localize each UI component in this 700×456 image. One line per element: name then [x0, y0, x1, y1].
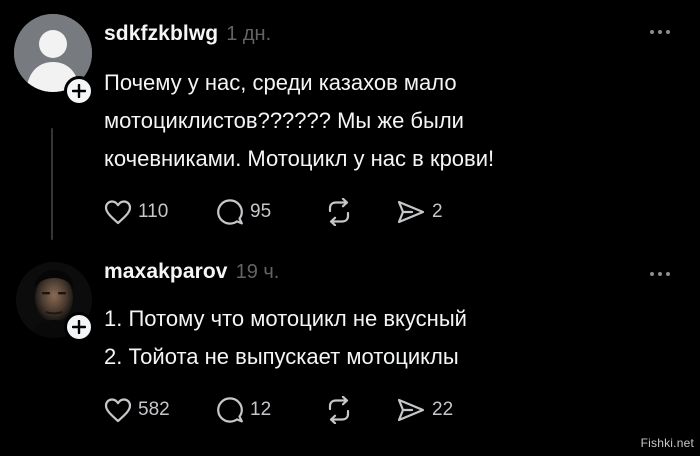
heart-icon — [104, 200, 132, 225]
post-text-line: кочевниками. Мотоцикл у нас в крови! — [104, 146, 495, 171]
more-options-button[interactable] — [650, 30, 670, 34]
timestamp: 19 ч. — [235, 261, 280, 283]
follow-button[interactable] — [64, 312, 94, 342]
share-button[interactable]: 22 — [396, 397, 453, 423]
post-text: Почему у нас, среди казахов мало мотоцик… — [104, 64, 664, 178]
thread-line — [51, 128, 53, 240]
threads-page: sdkfzkblwg 1 дн. Почему у нас, среди каз… — [0, 0, 700, 456]
repost-arrows-icon — [328, 396, 350, 424]
reply-button[interactable]: 12 — [216, 396, 324, 424]
reply-count: 95 — [250, 201, 272, 222]
post-header: sdkfzkblwg 1 дн. — [104, 22, 271, 58]
send-paper-plane-icon — [397, 200, 425, 224]
username[interactable]: sdkfzkblwg — [104, 22, 218, 46]
reply-count: 12 — [250, 399, 272, 420]
more-dots-icon — [650, 30, 654, 34]
like-button[interactable]: 582 — [104, 397, 216, 423]
follow-button[interactable] — [64, 76, 94, 106]
post-text-line: Почему у нас, среди казахов мало — [104, 70, 457, 95]
reply-button[interactable]: 95 — [216, 198, 324, 226]
more-dots-icon — [650, 272, 654, 276]
send-paper-plane-icon — [397, 398, 425, 422]
post-header: maxakparov 19 ч. — [104, 260, 279, 296]
more-options-button[interactable] — [650, 272, 670, 276]
repost-arrows-icon — [328, 198, 350, 226]
post: maxakparov 19 ч. 1. Потому что мотоцикл … — [0, 250, 700, 456]
share-button[interactable]: 2 — [396, 199, 443, 225]
watermark: Fishki.net — [640, 436, 694, 450]
like-count: 110 — [138, 201, 169, 222]
share-count: 2 — [432, 201, 443, 222]
comment-bubble-icon — [217, 397, 243, 423]
post-actions: 110 95 2 — [104, 196, 443, 228]
like-count: 582 — [138, 399, 170, 420]
post-text-line: мотоциклистов?????? Мы же были — [104, 108, 464, 133]
comment-bubble-icon — [217, 199, 243, 225]
repost-button[interactable] — [324, 396, 396, 424]
plus-icon — [72, 320, 86, 334]
heart-icon — [104, 398, 132, 423]
post-actions: 582 12 22 — [104, 394, 453, 426]
post-text-line: 1. Потому что мотоцикл не вкусный — [104, 306, 467, 331]
timestamp: 1 дн. — [226, 23, 272, 45]
post-text-line: 2. Тойота не выпускает мотоциклы — [104, 344, 459, 369]
post: sdkfzkblwg 1 дн. Почему у нас, среди каз… — [0, 0, 700, 250]
share-count: 22 — [432, 399, 454, 420]
repost-button[interactable] — [324, 198, 396, 226]
post-text: 1. Потому что мотоцикл не вкусный 2. Той… — [104, 300, 664, 376]
like-button[interactable]: 110 — [104, 199, 216, 225]
plus-icon — [72, 84, 86, 98]
username[interactable]: maxakparov — [104, 260, 228, 284]
